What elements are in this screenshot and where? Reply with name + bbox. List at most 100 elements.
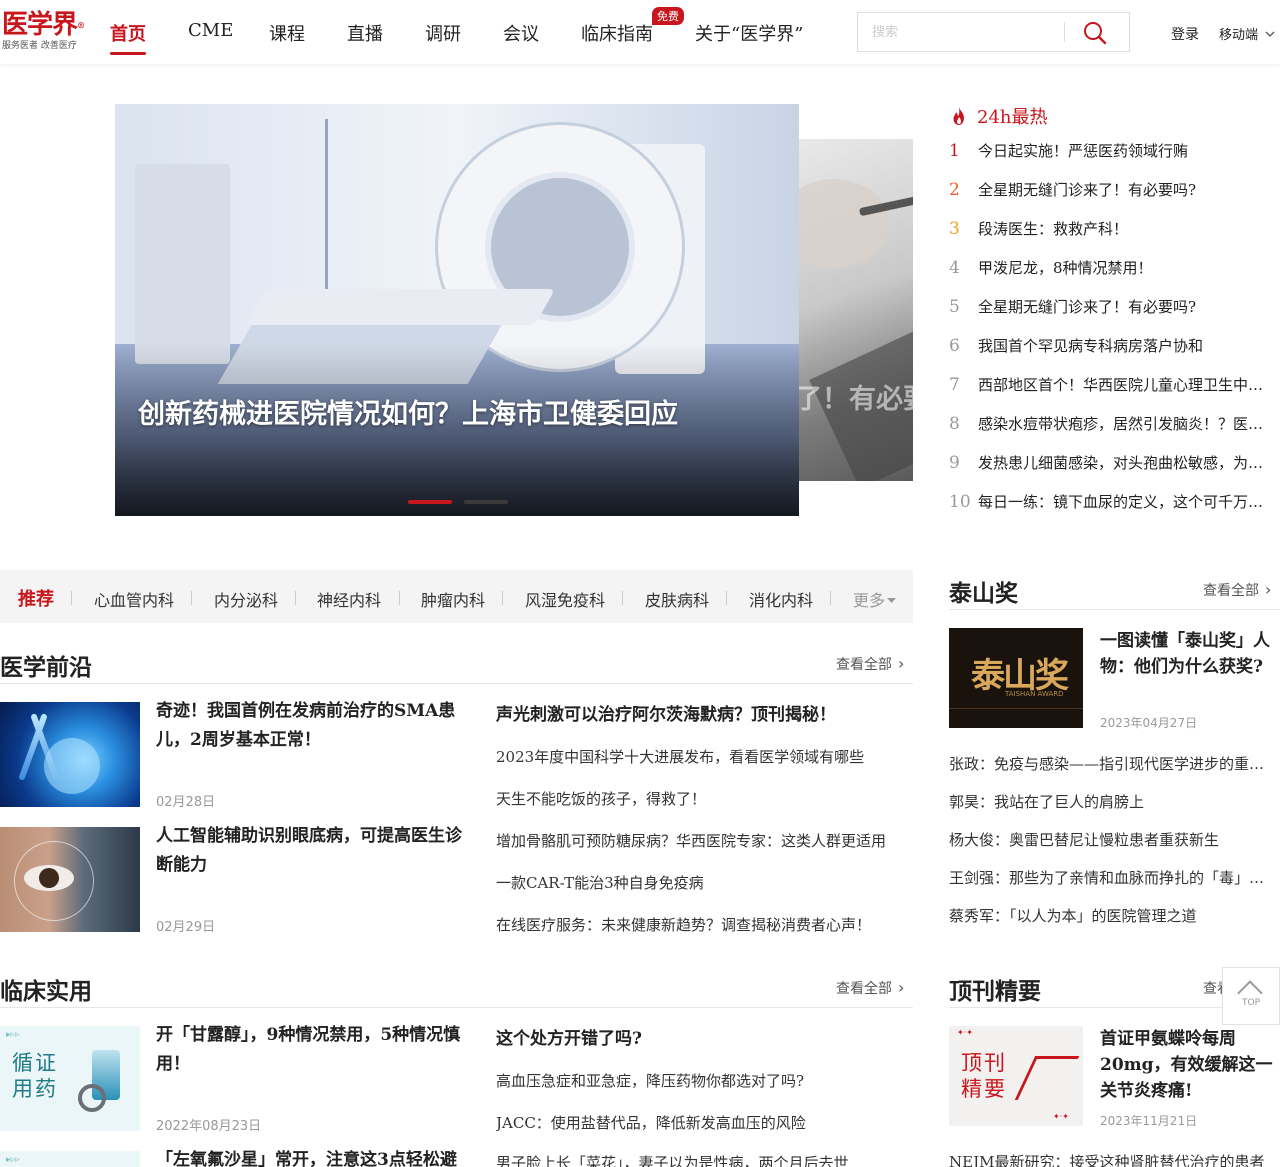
journal-feature-title[interactable]: 首证甲氨蝶呤每周20mg，有效缓解这一关节炎疼痛!	[1100, 1026, 1275, 1104]
journal-mark-shape	[1014, 1056, 1080, 1100]
iv-pole	[325, 119, 328, 289]
hot-item[interactable]: 10 每日一练：镜下血尿的定义，这个可千万别记错	[949, 491, 1271, 515]
carousel-next-caption: 了！有必要	[799, 384, 913, 415]
tab-endocrinology[interactable]: 内分泌科	[214, 587, 278, 611]
search-icon	[1084, 22, 1107, 45]
carousel-dot-2[interactable]	[464, 500, 508, 504]
hot-item[interactable]: 3 段涛医生：救救产科！	[949, 218, 1271, 242]
login-link[interactable]: 登录	[1171, 24, 1199, 44]
hot-item[interactable]: 5 全星期无缝门诊来了！有必要吗?	[949, 296, 1271, 320]
hot-item[interactable]: 4 甲泼尼龙，8种情况禁用！	[949, 257, 1271, 281]
tab-gastroenterology[interactable]: 消化内科	[749, 587, 813, 611]
hot-item[interactable]: 1 今日起实施！严惩医药领域行贿	[949, 140, 1271, 164]
nav-about[interactable]: 关于“医学界”	[695, 20, 803, 46]
article-title[interactable]: 开「甘露醇」，9种情况禁用，5种情况慎用！	[156, 1021, 468, 1079]
back-to-top-button[interactable]: TOP	[1222, 967, 1280, 1025]
nav-live[interactable]: 直播	[347, 20, 383, 46]
carousel-caption[interactable]: 创新药械进医院情况如何？上海市卫健委回应	[138, 392, 678, 431]
taishan-list-item[interactable]: 郭昊：我站在了巨人的肩膀上	[949, 791, 1271, 812]
tab-separator	[830, 591, 831, 605]
mobile-dropdown[interactable]: 移动端	[1219, 24, 1275, 43]
rank-number: 6	[949, 336, 960, 356]
article-title[interactable]: 「左氧氟沙星」常开，注意这3点轻松避	[156, 1146, 468, 1167]
rank-number: 9	[949, 453, 960, 473]
hot-item[interactable]: 9 发热患儿细菌感染，对头孢曲松敏感，为何仍高热不退	[949, 452, 1271, 476]
tab-separator	[622, 591, 623, 605]
section-title-journal: 顶刊精要	[949, 978, 1041, 1005]
hot-item-text: 今日起实施！严惩医药领域行贿	[978, 142, 1189, 160]
nav-courses[interactable]: 课程	[269, 20, 305, 46]
list-item[interactable]: 高血压急症和亚急症，降压药物你都选对了吗?	[496, 1070, 913, 1091]
search-input[interactable]	[858, 13, 1063, 51]
nav-clinical-guidelines[interactable]: 临床指南	[581, 20, 653, 46]
tab-oncology[interactable]: 肿瘤内科	[421, 587, 485, 611]
hot-item[interactable]: 2 全星期无缝门诊来了！有必要吗?	[949, 179, 1271, 203]
hero-carousel[interactable]: 创新药械进医院情况如何？上海市卫健委回应	[115, 104, 799, 516]
search-button[interactable]	[1082, 20, 1108, 46]
taishan-list-item[interactable]: 王剑强：那些为了亲情和血脉而挣扎的「毒」家族	[949, 867, 1271, 888]
back-to-top-label: TOP	[1241, 998, 1260, 1008]
clinical-view-all[interactable]: 查看全部	[836, 978, 904, 998]
nav-cme[interactable]: CME	[188, 20, 233, 41]
tab-neurology[interactable]: 神经内科	[317, 587, 381, 611]
hot-item[interactable]: 7 西部地区首个！华西医院儿童心理卫生中心正式揭牌	[949, 374, 1271, 398]
taishan-feature-date: 2023年04月27日	[1100, 716, 1198, 730]
hot-item-text: 感染水痘带状疱疹，居然引发脑炎！？医生提醒	[978, 415, 1271, 433]
tab-recommend[interactable]: 推荐	[18, 585, 54, 611]
dna-baby-image[interactable]	[0, 702, 140, 807]
taishan-list-item[interactable]: 张政：免疫与感染——指引现代医学进步的重要力量	[949, 753, 1271, 774]
thumb-text: 循证用药	[12, 1051, 58, 1101]
nav-survey[interactable]: 调研	[425, 20, 461, 46]
journal-list-item[interactable]: NEJM最新研究：接受这种肾脏替代治疗的患者	[949, 1151, 1271, 1167]
medical-cart	[135, 164, 230, 364]
article-date: 02月29日	[156, 920, 216, 935]
list-item[interactable]: 天生不能吃饭的孩子，得救了！	[496, 788, 913, 809]
list-item[interactable]: 一款CAR-T能治3种自身免疫病	[496, 872, 913, 893]
eye-scan-image[interactable]	[0, 827, 140, 932]
list-item[interactable]: 这个处方开错了吗?	[496, 1024, 913, 1049]
list-item[interactable]: 声光刺激可以治疗阿尔茨海默病？顶刊揭秘！	[496, 700, 913, 725]
tab-separator	[295, 591, 296, 605]
taishan-award-image[interactable]: 泰山奖 TAISHAN AWARD	[949, 628, 1083, 728]
list-item[interactable]: 在线医疗服务：未来健康新趋势？调查揭秘消费者心声！	[496, 914, 913, 935]
taishan-list-item[interactable]: 蔡秀军：「以人为本」的医院管理之道	[949, 905, 1271, 926]
hot-item-text: 发热患儿细菌感染，对头孢曲松敏感，为何仍高热不退	[978, 454, 1271, 472]
tab-cardiology[interactable]: 心血管内科	[94, 587, 174, 611]
flame-icon	[953, 107, 964, 125]
nav-meetings[interactable]: 会议	[503, 20, 539, 46]
more-categories-button[interactable]: 更多	[853, 587, 897, 611]
list-item[interactable]: 男子脸上长「菜花」，妻子以为是性病，两个月后去世	[496, 1152, 913, 1167]
list-item[interactable]: JACC：使用盐替代品，降低新发高血压的风险	[496, 1112, 913, 1133]
evidence-drug-image[interactable]: ▸▹▹	[0, 1151, 140, 1167]
carousel-next-slide[interactable]: 了！有必要	[799, 139, 913, 481]
free-badge: 免费	[652, 7, 684, 25]
nav-home[interactable]: 首页	[110, 20, 146, 55]
taishan-feature-title[interactable]: 一图读懂「泰山奖」人物：他们为什么获奖?	[1100, 628, 1275, 680]
journal-view-all[interactable]: 查看全部	[1203, 978, 1222, 998]
tab-rheumatology[interactable]: 风湿免疫科	[525, 587, 605, 611]
site-logo[interactable]: 医学界® 服务医者 改善医疗	[2, 10, 102, 52]
list-item[interactable]: 2023年度中国科学十大进展发布，看看医学领域有哪些	[496, 746, 913, 767]
search-box	[857, 12, 1130, 52]
decor-dots: ✦·✦	[957, 1028, 973, 1037]
taishan-view-all[interactable]: 查看全部	[1203, 580, 1271, 600]
hot-title-text: 24h最热	[977, 107, 1048, 128]
hot-item[interactable]: 6 我国首个罕见病专科病房落户协和	[949, 335, 1271, 359]
article-title[interactable]: 人工智能辅助识别眼底病，可提高医生诊断能力	[156, 822, 468, 880]
more-label: 更多	[853, 591, 886, 610]
logo-text: 医学界	[2, 10, 78, 40]
frontier-view-all[interactable]: 查看全部	[836, 654, 904, 674]
tab-separator	[726, 591, 727, 605]
journal-highlight-image[interactable]: ✦·✦ 顶刊精要 ✦·✦	[949, 1026, 1083, 1126]
carousel-dot-1[interactable]	[408, 500, 452, 504]
article-date: 02月28日	[156, 795, 216, 810]
taishan-list-item[interactable]: 杨大俊：奥雷巴替尼让慢粒患者重获新生	[949, 829, 1271, 850]
section-title-frontier: 医学前沿	[0, 654, 92, 681]
evidence-drug-image[interactable]: ▸▹▹ 循证用药	[0, 1026, 140, 1131]
list-item[interactable]: 增加骨骼肌可预防糖尿病？华西医院专家：这类人群更适用	[496, 830, 913, 851]
hot-item-text: 我国首个罕见病专科病房落户协和	[978, 337, 1204, 355]
hot-item[interactable]: 8 感染水痘带状疱疹，居然引发脑炎！？医生提醒	[949, 413, 1271, 437]
tab-dermatology[interactable]: 皮肤病科	[645, 587, 709, 611]
article-title[interactable]: 奇迹！我国首例在发病前治疗的SMA患儿，2周岁基本正常！	[156, 697, 468, 755]
hot-list-title: 24h最热	[949, 103, 1048, 129]
